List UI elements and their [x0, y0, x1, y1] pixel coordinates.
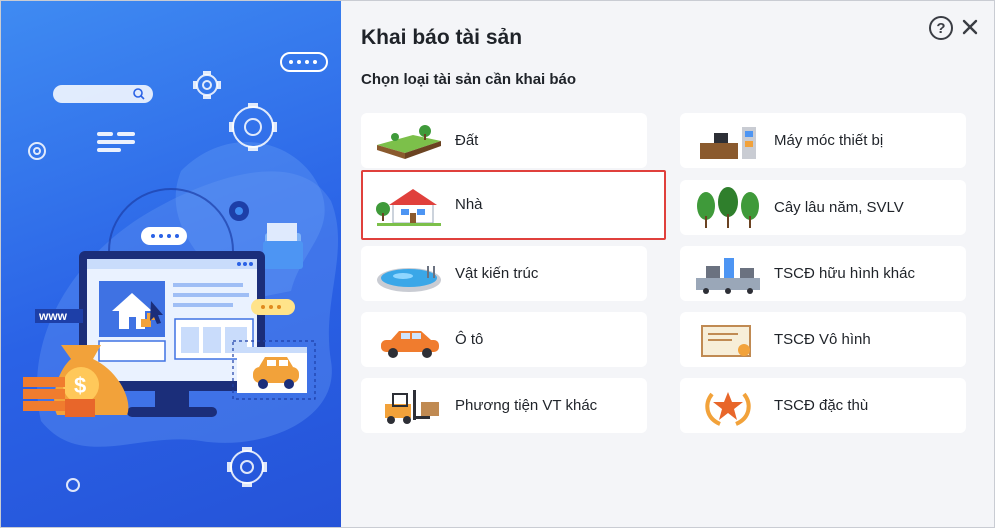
dialog-subtitle: Chọn loại tài sản cần khai báo [361, 71, 577, 88]
www-label: www [38, 309, 68, 323]
asset-card-architecture[interactable]: Vật kiến trúc [361, 246, 647, 301]
close-icon [962, 19, 978, 35]
asset-card-perennial-trees[interactable]: Cây lâu năm, SVLV [680, 180, 966, 235]
asset-card-label: TSCĐ hữu hình khác [774, 265, 915, 282]
illustration-panel: www $ [1, 1, 341, 527]
asset-card-label: Vật kiến trúc [455, 265, 539, 282]
asset-card-label: Nhà [455, 196, 483, 213]
office-equipment-icon [700, 127, 756, 159]
asset-card-special[interactable]: TSCĐ đặc thù [680, 378, 966, 433]
land-icon [377, 125, 441, 159]
machinery-icon [696, 258, 760, 294]
asset-card-tangible-other[interactable]: TSCĐ hữu hình khác [680, 246, 966, 301]
asset-card-house[interactable]: Nhà [361, 170, 666, 240]
asset-card-car[interactable]: Ô tô [361, 312, 647, 367]
house-icon [376, 189, 441, 226]
forklift-icon [385, 390, 439, 424]
certificate-icon [701, 325, 751, 357]
car-icon [381, 331, 439, 358]
asset-card-intangible[interactable]: TSCĐ Vô hình [680, 312, 966, 367]
award-badge-icon [705, 392, 751, 426]
asset-card-label: Máy móc thiết bị [774, 132, 884, 149]
asset-type-panel: Khai báo tài sản Chọn loại tài sản cần k… [341, 1, 994, 527]
pool-icon [377, 266, 441, 292]
close-button[interactable] [959, 14, 981, 40]
question-mark-icon: ? [936, 19, 946, 37]
asset-card-label: TSCĐ Vô hình [774, 331, 871, 348]
asset-card-label: Ô tô [455, 331, 484, 348]
dialog-title: Khai báo tài sản [361, 26, 523, 49]
asset-card-land[interactable]: Đất [361, 113, 647, 168]
asset-declaration-dialog: www $ Khai báo tài sản Chọn loại tài sản… [0, 0, 995, 528]
asset-card-equipment[interactable]: Máy móc thiết bị [680, 113, 966, 168]
currency-symbol: $ [74, 373, 86, 398]
asset-card-label: Phương tiện VT khác [455, 397, 598, 414]
asset-illustration: www $ [23, 52, 339, 492]
asset-card-label: TSCĐ đặc thù [774, 397, 869, 414]
trees-icon [697, 187, 759, 228]
asset-card-other-vehicle[interactable]: Phương tiện VT khác [361, 378, 647, 433]
asset-card-label: Cây lâu năm, SVLV [774, 199, 904, 216]
help-button[interactable]: ? [929, 16, 953, 40]
asset-card-label: Đất [455, 132, 479, 149]
